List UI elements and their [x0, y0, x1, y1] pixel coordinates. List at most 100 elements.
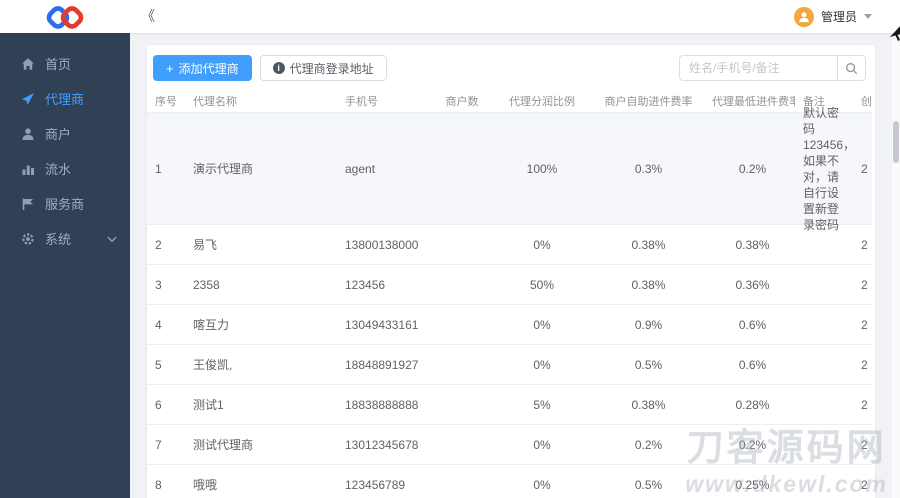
- sidebar-item-home[interactable]: 首页: [0, 46, 130, 81]
- cell-created: 2: [861, 357, 868, 372]
- bar-chart-icon: [21, 162, 35, 176]
- sidebar: 首页 代理商 商户 流水 服务商 系统: [0, 33, 130, 498]
- cell-no: 8: [155, 477, 162, 492]
- collapse-sidebar-button[interactable]: 《: [141, 0, 155, 33]
- sidebar-item-system[interactable]: 系统: [0, 221, 130, 256]
- gear-icon: [21, 232, 35, 246]
- cell-min_rate: 0.25%: [735, 477, 770, 492]
- username: 管理员: [820, 10, 857, 24]
- cell-min_rate: 0.28%: [735, 397, 770, 412]
- table-row: 8 哦哦 123456789 0% 0.5% 0.25% 2: [147, 465, 872, 498]
- table-body: 1 演示代理商 agent 100% 0.3% 0.2% 默认密码123456，如果不对，请…: [147, 106, 872, 498]
- cell-created: 2: [861, 237, 868, 252]
- cell-name: 易飞: [193, 238, 218, 252]
- cell-created: 2: [861, 161, 868, 176]
- table-row: 6 测试1 18838888888 5% 0.38% 0.28% 2: [147, 385, 872, 425]
- cell-name: 喀互力: [193, 318, 230, 332]
- cell-no: 3: [155, 277, 162, 292]
- cell-created: 2: [861, 477, 868, 492]
- flag-icon: [21, 197, 35, 211]
- column-header-merchant_rate: 商户自助进件费率: [604, 95, 693, 108]
- column-header-created: 创建时间: [861, 95, 872, 108]
- cell-name: 王俊凯,: [193, 358, 233, 372]
- cell-min_rate: 0.38%: [735, 237, 770, 252]
- cell-phone: 18848891927: [345, 357, 419, 372]
- cell-no: 5: [155, 357, 162, 372]
- cell-phone: 123456789: [345, 477, 406, 492]
- cell-merchant_rate: 0.3%: [634, 161, 663, 176]
- sidebar-item-agents[interactable]: 代理商: [0, 81, 130, 116]
- table-row: 5 王俊凯, 18848891927 0% 0.5% 0.6% 2: [147, 345, 872, 385]
- avatar: [793, 6, 814, 27]
- home-icon: [21, 57, 35, 71]
- add-agent-button[interactable]: + 添加代理商: [153, 55, 252, 81]
- cell-phone: 18838888888: [345, 397, 419, 412]
- caret-down-icon: [864, 14, 872, 19]
- cell-phone: 123456: [345, 277, 386, 292]
- cell-share: 0%: [533, 317, 551, 332]
- cell-min_rate: 0.2%: [738, 437, 767, 452]
- agent-login-url-button[interactable]: i 代理商登录地址: [259, 55, 387, 81]
- search-input[interactable]: [679, 55, 837, 81]
- cell-created: 2: [861, 277, 868, 292]
- column-header-min_rate: 代理最低进件费率: [712, 95, 795, 108]
- search-icon: [846, 62, 858, 74]
- column-header-phone: 手机号: [345, 95, 378, 108]
- search-button[interactable]: [837, 55, 866, 81]
- cell-min_rate: 0.36%: [735, 277, 770, 292]
- cell-share: 50%: [529, 277, 555, 292]
- cell-created: 2: [861, 397, 868, 412]
- cell-share: 100%: [526, 161, 558, 176]
- scrollbar-thumb[interactable]: [893, 121, 899, 163]
- cell-merchant_rate: 0.2%: [634, 437, 663, 452]
- cell-merchant_rate: 0.38%: [631, 397, 666, 412]
- cell-no: 7: [155, 437, 162, 452]
- topbar: 《 管理员: [0, 0, 900, 41]
- cell-no: 2: [155, 237, 162, 252]
- cell-merchant_rate: 0.5%: [634, 357, 663, 372]
- cell-name: 演示代理商: [193, 162, 254, 176]
- sidebar-item-transactions[interactable]: 流水: [0, 151, 130, 186]
- toolbar: + 添加代理商 i 代理商登录地址: [147, 45, 875, 81]
- agents-panel: + 添加代理商 i 代理商登录地址 序号 代理名称 手机号 商户数 代理分润比例 商户自助…: [147, 45, 875, 498]
- sidebar-item-label: 流水: [45, 162, 72, 177]
- sidebar-item-label: 服务商: [45, 197, 85, 212]
- cell-share: 0%: [533, 357, 551, 372]
- cell-no: 1: [155, 161, 162, 176]
- table-row: 2 易飞 13800138000 0% 0.38% 0.38% 2: [147, 225, 872, 265]
- cell-merchant_rate: 0.5%: [634, 477, 663, 492]
- table-header-row: 序号代理名称手机号商户数代理分润比例商户自助进件费率代理最低进件费率备注创建时间: [147, 89, 872, 113]
- sidebar-item-merchants[interactable]: 商户: [0, 116, 130, 151]
- chevron-down-icon: [107, 231, 117, 246]
- cell-name: 2358: [193, 277, 220, 292]
- cell-phone: agent: [345, 161, 376, 176]
- cell-merchant_rate: 0.9%: [634, 317, 663, 332]
- plus-icon: +: [166, 60, 174, 76]
- sidebar-item-label: 商户: [45, 127, 72, 142]
- info-icon: i: [272, 62, 285, 74]
- cell-share: 5%: [533, 397, 551, 412]
- cell-created: 2: [861, 437, 868, 452]
- vertical-scrollbar[interactable]: [892, 33, 900, 498]
- brand-logo-icon: [46, 5, 84, 29]
- cell-min_rate: 0.6%: [738, 317, 767, 332]
- agents-table: 序号代理名称手机号商户数代理分润比例商户自助进件费率代理最低进件费率备注创建时间…: [147, 89, 872, 498]
- sidebar-item-label: 首页: [45, 57, 72, 72]
- column-header-name: 代理名称: [193, 95, 237, 108]
- user-icon: [21, 127, 35, 141]
- cell-merchant_rate: 0.38%: [631, 277, 666, 292]
- send-icon: [21, 92, 35, 106]
- table-row: 7 测试代理商 13012345678 0% 0.2% 0.2% 2: [147, 425, 872, 465]
- cell-share: 0%: [533, 237, 551, 252]
- logo: [0, 0, 130, 33]
- column-header-share: 代理分润比例: [509, 95, 575, 108]
- mouse-cursor: [890, 26, 900, 41]
- table-row: 4 喀互力 13049433161 0% 0.9% 0.6% 2: [147, 305, 872, 345]
- user-menu[interactable]: 管理员: [793, 0, 872, 33]
- cell-name: 测试代理商: [193, 438, 254, 452]
- sidebar-item-label: 系统: [45, 232, 72, 247]
- cell-remark: 默认密码123456，如果不对，请自行设置新登录密码: [803, 105, 853, 232]
- cell-created: 2: [861, 317, 868, 332]
- sidebar-item-providers[interactable]: 服务商: [0, 186, 130, 221]
- sidebar-item-label: 代理商: [45, 92, 85, 107]
